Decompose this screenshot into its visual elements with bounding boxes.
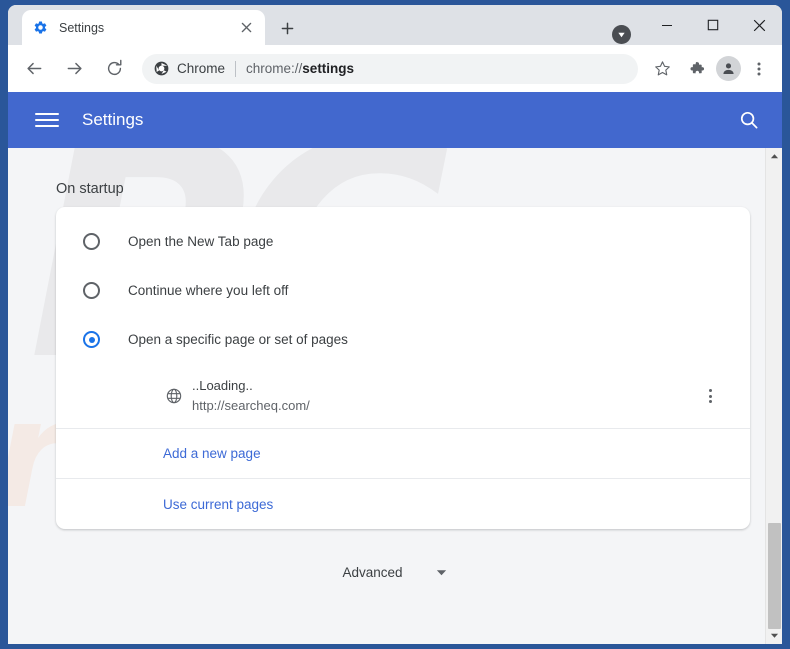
hamburger-line <box>35 113 59 115</box>
startup-page-row: ..Loading.. http://searcheq.com/ <box>56 364 750 429</box>
advanced-label: Advanced <box>342 565 403 580</box>
use-current-pages-link[interactable]: Use current pages <box>56 479 750 529</box>
browser-menu-icon[interactable] <box>744 54 774 84</box>
bookmark-star-icon[interactable] <box>647 54 677 84</box>
back-button[interactable] <box>18 53 50 85</box>
close-icon[interactable] <box>237 19 255 37</box>
vertical-scrollbar[interactable] <box>765 148 782 644</box>
startup-option-continue[interactable]: Continue where you left off <box>56 266 750 315</box>
section-title-on-startup: On startup <box>56 181 124 197</box>
address-bar[interactable]: Chrome chrome://settings <box>142 53 638 84</box>
globe-icon <box>165 387 183 405</box>
startup-option-new-tab[interactable]: Open the New Tab page <box>56 217 750 266</box>
profile-avatar[interactable] <box>716 56 741 81</box>
add-a-new-page-link[interactable]: Add a new page <box>56 429 750 479</box>
startup-page-url: http://searcheq.com/ <box>192 397 310 413</box>
maximize-button[interactable] <box>690 5 736 45</box>
omnibox-separator <box>235 60 237 77</box>
browser-window-inner: Settings Chrome chrome://settings Settin… <box>8 5 782 644</box>
extensions-puzzle-icon[interactable] <box>680 54 710 84</box>
settings-header: Settings <box>8 92 782 148</box>
startup-option-label: Open a specific page or set of pages <box>128 332 348 347</box>
tab-strip: Settings <box>8 5 782 45</box>
page-title: Settings <box>82 110 144 129</box>
scroll-up-arrow-icon[interactable] <box>766 148 782 165</box>
hamburger-line <box>35 119 59 121</box>
dot <box>708 400 712 403</box>
startup-page-more-icon[interactable] <box>700 386 720 406</box>
dot <box>708 394 712 398</box>
startup-option-specific-pages[interactable]: Open a specific page or set of pages <box>56 315 750 364</box>
scrollbar-thumb[interactable] <box>768 523 781 629</box>
forward-button[interactable] <box>58 53 90 85</box>
chrome-logo-icon <box>153 61 169 77</box>
startup-option-label: Continue where you left off <box>128 283 289 298</box>
settings-page-area: PC risk.com On startup Open the New Tab … <box>8 148 782 644</box>
radio-icon-selected[interactable] <box>83 331 100 348</box>
browser-window: Settings Chrome chrome://settings Settin… <box>0 0 790 649</box>
browser-tab[interactable]: Settings <box>22 10 265 45</box>
omnibox-url-prefix: chrome:// <box>246 61 303 76</box>
advanced-toggle[interactable]: Advanced <box>8 565 782 580</box>
startup-page-name: ..Loading.. <box>192 378 253 393</box>
omnibox-url[interactable]: chrome://settings <box>246 61 354 76</box>
startup-option-label: Open the New Tab page <box>128 234 274 249</box>
minimize-button[interactable] <box>644 5 690 45</box>
window-controls <box>644 5 782 45</box>
search-icon[interactable] <box>737 108 761 132</box>
download-indicator[interactable] <box>612 25 631 44</box>
close-button[interactable] <box>736 5 782 45</box>
hamburger-line <box>35 125 59 127</box>
radio-icon[interactable] <box>83 282 100 299</box>
chevron-down-icon[interactable] <box>435 566 448 579</box>
new-tab-button[interactable] <box>274 15 300 41</box>
reload-button[interactable] <box>98 53 130 85</box>
browser-toolbar: Chrome chrome://settings <box>8 45 782 92</box>
omnibox-url-path: settings <box>302 61 355 76</box>
gear-icon <box>32 20 48 36</box>
scroll-down-arrow-icon[interactable] <box>766 627 782 644</box>
omnibox-scheme-label: Chrome <box>177 61 226 76</box>
hamburger-menu-icon[interactable] <box>35 108 59 132</box>
dot <box>708 389 712 392</box>
startup-page-text: ..Loading.. http://searcheq.com/ <box>192 376 310 415</box>
radio-icon[interactable] <box>83 233 100 250</box>
on-startup-card: Open the New Tab page Continue where you… <box>56 207 750 529</box>
tab-title: Settings <box>59 20 105 35</box>
